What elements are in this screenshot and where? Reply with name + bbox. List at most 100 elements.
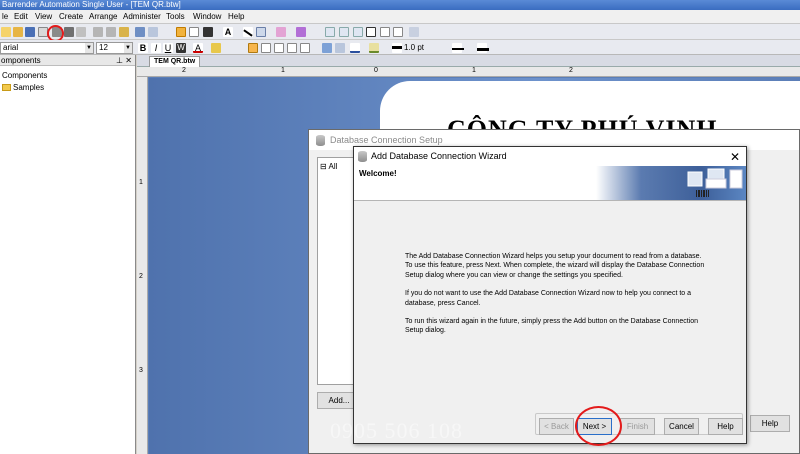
tree-item-label: Components	[2, 71, 48, 80]
italic-icon[interactable]: I	[151, 43, 161, 53]
wizard-paragraph: The Add Database Connection Wizard helps…	[405, 253, 705, 279]
border-style-icon[interactable]	[477, 43, 489, 53]
zoom-page-icon[interactable]	[366, 27, 376, 37]
text-cursor-icon[interactable]	[189, 27, 199, 37]
folder-icon	[2, 84, 11, 91]
tree-item-components[interactable]: Components	[2, 71, 47, 80]
menu-view[interactable]: View	[35, 12, 52, 21]
chevron-down-icon: ▼	[85, 43, 93, 53]
zoom-in-icon[interactable]	[325, 27, 335, 37]
undo-icon[interactable]	[135, 27, 145, 37]
ruler-label: 1	[281, 67, 285, 74]
line-icon[interactable]	[243, 27, 253, 37]
reverse-text-icon[interactable]: W	[176, 43, 186, 53]
menu-file[interactable]: le	[2, 12, 8, 21]
font-color-icon[interactable]: A	[193, 43, 203, 53]
format-toolbar: arial ▼ 12 ▼ B I U W A 1.0 pt	[0, 40, 800, 55]
bold-icon[interactable]: B	[138, 43, 148, 53]
pin-icon[interactable]: ⊥	[116, 55, 123, 66]
barcode-icon[interactable]	[203, 27, 213, 37]
redo-icon[interactable]	[148, 27, 158, 37]
menu-tools[interactable]: Tools	[166, 12, 185, 21]
copy-icon[interactable]	[106, 27, 116, 37]
components-panel-title: omponents	[1, 56, 41, 65]
highlight-color-icon[interactable]	[211, 43, 221, 53]
add-database-connection-wizard: Add Database Connection Wizard ✕ Welcome…	[353, 146, 747, 444]
ruler-toggle-icon[interactable]	[380, 27, 390, 37]
ruler-label: 0	[374, 67, 378, 74]
text-object-icon[interactable]: A	[223, 27, 233, 37]
open-icon[interactable]	[13, 27, 23, 37]
align-right-icon[interactable]	[274, 43, 284, 53]
menu-administer[interactable]: Administer	[123, 12, 161, 21]
ruler-label: 1	[472, 67, 476, 74]
vertical-ruler: 1 2 3	[137, 77, 148, 454]
menu-create[interactable]: Create	[59, 12, 83, 21]
font-name-select[interactable]: arial ▼	[0, 42, 94, 54]
rfid-icon[interactable]	[296, 27, 306, 37]
rotate-icon[interactable]	[322, 43, 332, 53]
tree-item-samples[interactable]: Samples	[2, 83, 44, 92]
horizontal-ruler: 2 1 0 1 2	[137, 67, 800, 77]
wizard-title-bar: Add Database Connection Wizard ✕	[354, 147, 746, 166]
ruler-label: 3	[139, 367, 143, 374]
database-icon	[358, 151, 367, 162]
ruler-label: 1	[139, 179, 143, 186]
menu-arrange[interactable]: Arrange	[89, 12, 117, 21]
dialog-title: Database Connection Setup	[330, 135, 443, 145]
print-icon[interactable]	[64, 27, 74, 37]
flip-icon[interactable]	[335, 43, 345, 53]
help-button[interactable]: Help	[708, 418, 743, 435]
document-tab-strip: TEM QR.btw	[137, 55, 800, 67]
wizard-title: Add Database Connection Wizard	[371, 151, 507, 161]
wizard-description: The Add Database Connection Wizard helps…	[405, 252, 705, 345]
ruler-label: 2	[569, 67, 573, 74]
find-icon[interactable]	[76, 27, 86, 37]
font-size-select[interactable]: 12 ▼	[96, 42, 133, 54]
close-icon[interactable]: ✕	[125, 55, 132, 66]
banner-graphic	[596, 166, 746, 200]
wizard-paragraph: If you do not want to use the Add Databa…	[405, 290, 692, 307]
line-width-icon[interactable]	[392, 43, 402, 53]
back-button[interactable]: < Back	[539, 418, 574, 435]
paste-icon[interactable]	[119, 27, 129, 37]
pointer-icon[interactable]	[176, 27, 186, 37]
font-size-value: 12	[99, 43, 108, 52]
welcome-heading: Welcome!	[359, 169, 397, 178]
zoom-out-icon[interactable]	[339, 27, 349, 37]
fill-color-icon[interactable]	[369, 43, 379, 53]
line-color-icon[interactable]	[350, 43, 360, 53]
cancel-button[interactable]: Cancel	[664, 418, 699, 435]
line-style-icon[interactable]	[452, 43, 464, 53]
finish-button[interactable]: Finish	[620, 418, 655, 435]
document-tab[interactable]: TEM QR.btw	[149, 56, 201, 67]
ruler-label: 2	[182, 67, 186, 74]
grid-icon[interactable]	[393, 27, 403, 37]
menu-edit[interactable]: Edit	[14, 12, 28, 21]
zoom-fit-icon[interactable]	[353, 27, 363, 37]
align-center-icon[interactable]	[261, 43, 271, 53]
chevron-down-icon: ▼	[124, 43, 132, 53]
justify-icon[interactable]	[287, 43, 297, 53]
printer-barcode-icon	[687, 168, 743, 197]
app-title: Barrender Automation Single User - [TEM …	[2, 0, 181, 9]
save-icon[interactable]	[25, 27, 35, 37]
tree-item-all[interactable]: All	[328, 162, 337, 171]
align-left-icon[interactable]	[248, 43, 258, 53]
menu-help[interactable]: Help	[228, 12, 244, 21]
align-full-icon[interactable]	[300, 43, 310, 53]
line-width-value[interactable]: 1.0 pt	[404, 43, 424, 52]
components-panel: omponents ⊥ ✕ Components Samples	[0, 55, 136, 454]
wizard-banner: Welcome!	[354, 166, 746, 201]
font-name-value: arial	[3, 43, 19, 52]
next-button-highlight	[575, 406, 622, 446]
menu-window[interactable]: Window	[193, 12, 221, 21]
new-icon[interactable]	[1, 27, 11, 37]
shape-icon[interactable]	[256, 27, 266, 37]
help-button[interactable]: Help	[750, 415, 790, 432]
cut-icon[interactable]	[93, 27, 103, 37]
snap-icon[interactable]	[409, 27, 419, 37]
close-icon[interactable]: ✕	[730, 148, 740, 167]
picture-icon[interactable]	[276, 27, 286, 37]
underline-icon[interactable]: U	[163, 43, 173, 53]
